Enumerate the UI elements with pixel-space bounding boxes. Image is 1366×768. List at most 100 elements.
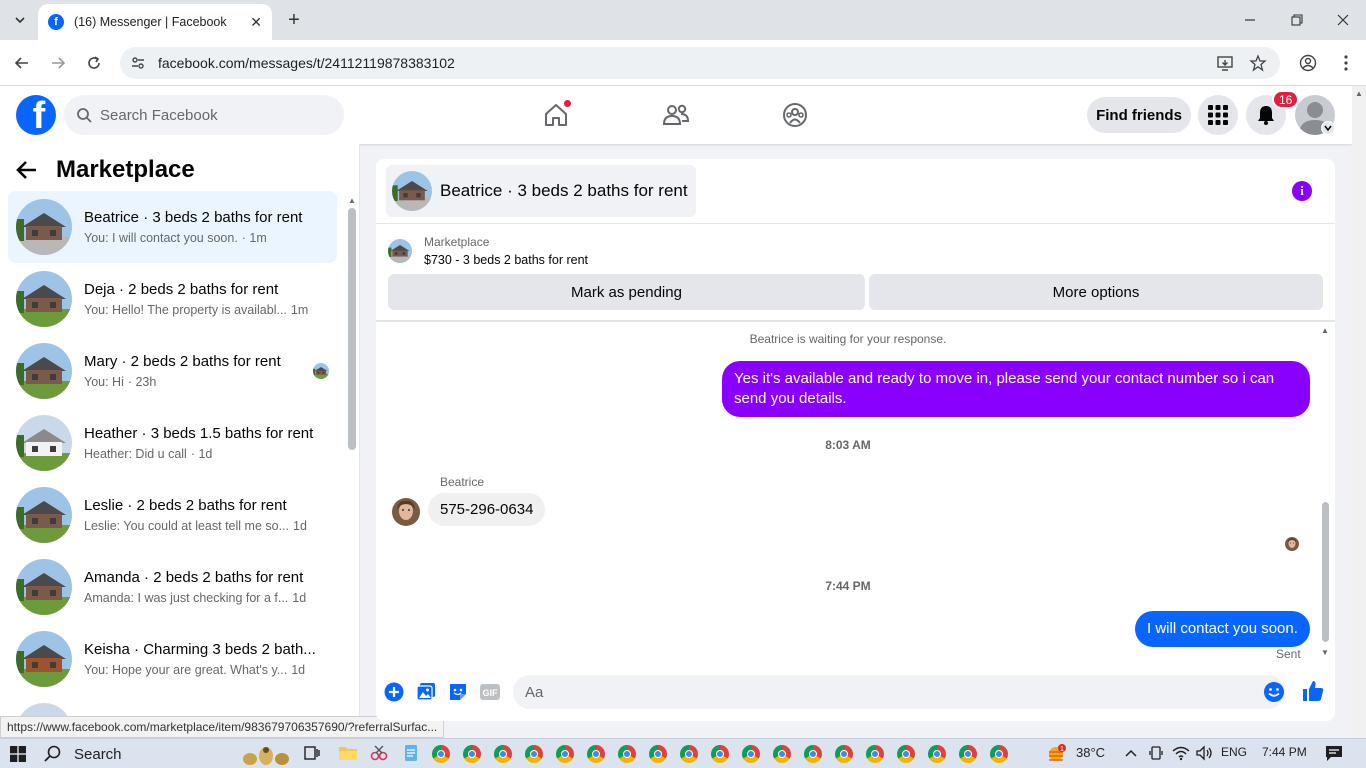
weather-temperature[interactable]: 38°C [1076, 745, 1105, 760]
conversation-item[interactable]: Heather · 3 beds 1.5 baths for rent Heat… [8, 407, 337, 479]
new-tab-button[interactable]: + [282, 8, 306, 32]
chrome-window-icon[interactable] [959, 745, 979, 765]
system-clock[interactable]: 7:44 PM [1262, 745, 1307, 759]
input-language[interactable]: ENG [1221, 745, 1247, 759]
chat-scrollbar-thumb[interactable] [1322, 502, 1329, 642]
attach-photo-button[interactable] [415, 681, 437, 703]
incoming-message-bubble[interactable]: 575-296-0634 [428, 493, 546, 526]
chrome-window-icon[interactable] [742, 745, 762, 765]
home-nav-button[interactable] [540, 99, 572, 131]
facebook-logo[interactable]: f [16, 95, 56, 135]
conversation-item[interactable]: Beatrice · 3 beds 2 baths for rent You: … [8, 191, 337, 263]
snipping-tool-icon[interactable] [370, 744, 390, 764]
like-thumb-button[interactable] [1301, 679, 1325, 703]
message-input[interactable] [525, 683, 1225, 701]
start-button[interactable] [10, 746, 26, 762]
groups-nav-button[interactable] [779, 99, 811, 131]
chat-header[interactable]: Beatrice · 3 beds 2 baths for rent [386, 165, 696, 217]
sender-avatar[interactable] [392, 498, 420, 526]
browser-menu-button[interactable] [1333, 50, 1359, 76]
conversation-item[interactable]: Mary · 2 beds 2 baths for rent You: Hi ·… [8, 335, 337, 407]
conversation-time: 1d [291, 663, 306, 677]
home-notification-dot [563, 99, 572, 108]
system-message: Beatrice is waiting for your response. [749, 332, 947, 346]
forward-button[interactable] [45, 50, 71, 76]
device-icon[interactable] [1148, 745, 1164, 761]
restore-button[interactable] [1285, 8, 1309, 32]
chrome-window-icon[interactable] [587, 745, 607, 765]
find-friends-button[interactable]: Find friends [1087, 97, 1191, 133]
profile-button[interactable] [1295, 50, 1321, 76]
site-settings-icon[interactable] [130, 55, 146, 71]
friends-nav-button[interactable] [660, 99, 692, 131]
facebook-search-box[interactable] [64, 95, 344, 135]
conversation-info-icon[interactable]: i [1292, 181, 1312, 201]
sidebar-scrollbar-thumb[interactable] [348, 208, 356, 450]
facebook-search-input[interactable] [100, 106, 320, 124]
chat-scroll-up[interactable]: ▲ [1321, 326, 1329, 335]
back-arrow-icon[interactable] [16, 160, 38, 180]
groups-icon [783, 103, 807, 127]
sidebar-scroll-up[interactable]: ▲ [348, 196, 356, 205]
notepad-icon[interactable] [402, 744, 422, 764]
conversation-item[interactable]: Leslie · 2 beds 2 baths for rent Leslie:… [8, 479, 337, 551]
divider [376, 320, 1335, 322]
message-composer[interactable] [513, 675, 1285, 709]
chrome-window-icon[interactable] [618, 745, 638, 765]
taskbar-search[interactable]: Search [44, 742, 294, 766]
chrome-window-icon[interactable] [494, 745, 514, 765]
chrome-window-icon[interactable] [680, 745, 700, 765]
tab-search-button[interactable] [8, 8, 32, 32]
back-button[interactable] [9, 50, 35, 76]
chat-scroll-down[interactable]: ▼ [1321, 648, 1329, 657]
browser-tab-messenger[interactable]: f (16) Messenger | Facebook ✕ [38, 4, 272, 40]
conversation-item[interactable]: Amanda · 2 beds 2 baths for rent Amanda:… [8, 551, 337, 623]
chrome-window-icon[interactable] [928, 745, 948, 765]
weather-icon[interactable]: 1 [1045, 743, 1067, 765]
menu-grid-button[interactable] [1198, 95, 1238, 135]
chrome-window-icon[interactable] [804, 745, 824, 765]
chrome-window-icon[interactable] [835, 745, 855, 765]
chrome-window-icon[interactable] [432, 745, 452, 765]
marketplace-listing-summary[interactable]: Marketplace $730 - 3 beds 2 baths for re… [388, 235, 588, 267]
show-hidden-icons-button[interactable] [1124, 743, 1138, 763]
mark-as-pending-button[interactable]: Mark as pending [388, 274, 865, 310]
chrome-window-icon[interactable] [556, 745, 576, 765]
conversation-item[interactable]: Deja · 2 beds 2 baths for rent You: Hell… [8, 263, 337, 335]
address-bar[interactable]: facebook.com/messages/t/2411211987838310… [120, 47, 1280, 79]
task-view-icon[interactable] [303, 744, 323, 764]
outgoing-message-bubble[interactable]: I will contact you soon. [1135, 611, 1310, 647]
conversation-name: Keisha · Charming 3 beds 2 bath... [84, 641, 316, 658]
close-window-button[interactable] [1331, 8, 1355, 32]
chrome-window-icon[interactable] [525, 745, 545, 765]
conversation-preview: Heather: Did u call [84, 447, 187, 461]
chevron-up-icon [1125, 749, 1137, 757]
chrome-window-icon[interactable] [990, 745, 1010, 765]
chrome-window-icon[interactable] [897, 745, 917, 765]
page-scrollbar[interactable]: ▲ [1352, 86, 1366, 738]
minimize-button[interactable] [1238, 8, 1262, 32]
bookmark-star-icon[interactable] [1249, 47, 1267, 79]
chrome-window-icon[interactable] [711, 745, 731, 765]
plus-circle-icon [384, 682, 404, 702]
sticker-button[interactable] [447, 681, 469, 703]
conversation-item[interactable]: Keisha · Charming 3 beds 2 bath... You: … [8, 623, 337, 695]
conversation-time: 1d [292, 591, 307, 605]
add-attachment-button[interactable] [383, 681, 405, 703]
emoji-button[interactable] [1263, 681, 1285, 703]
gif-button[interactable]: GIF [479, 681, 501, 703]
notification-center-button[interactable] [1325, 744, 1343, 762]
close-tab-icon[interactable]: ✕ [250, 14, 262, 31]
chrome-window-icon[interactable] [463, 745, 483, 765]
chrome-window-icon[interactable] [773, 745, 793, 765]
install-app-icon[interactable] [1216, 47, 1234, 79]
wifi-icon[interactable] [1172, 745, 1190, 761]
reload-button[interactable] [81, 50, 107, 76]
account-menu-chevron[interactable] [1321, 121, 1335, 135]
chrome-window-icon[interactable] [649, 745, 669, 765]
more-options-button[interactable]: More options [869, 274, 1323, 310]
volume-icon[interactable] [1196, 745, 1214, 761]
outgoing-message-bubble[interactable]: Yes it's available and ready to move in,… [722, 361, 1310, 417]
chrome-window-icon[interactable] [866, 745, 886, 765]
file-explorer-icon[interactable] [338, 744, 358, 764]
